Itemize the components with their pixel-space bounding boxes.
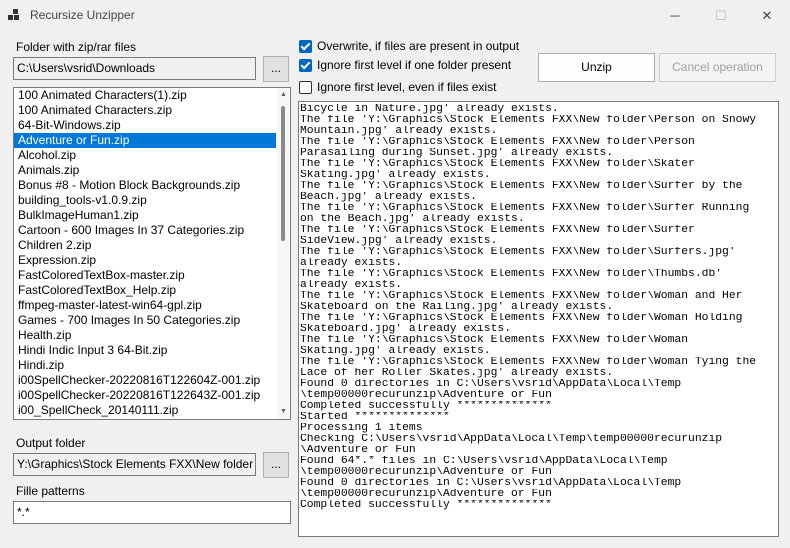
list-item[interactable]: FastColoredTextBox-master.zip: [14, 268, 276, 283]
log-line: Bicycle in Nature.jpg' already exists.: [300, 104, 559, 115]
log-line: SideView.jpg' already exists.: [300, 236, 498, 247]
browse-folder-button[interactable]: ...: [263, 56, 289, 82]
log-line: The file 'Y:\Graphics\Stock Elements FXX…: [300, 159, 695, 170]
log-line: The file 'Y:\Graphics\Stock Elements FXX…: [300, 269, 723, 280]
ignore-always-checkbox[interactable]: [299, 81, 312, 94]
log-line: Skating.jpg' already exists.: [300, 170, 491, 181]
log-line: \temp00000recurunzip\Adventure or Fun: [300, 489, 552, 500]
file-patterns-label: Fille patterns: [16, 484, 85, 498]
list-item[interactable]: Children 2.zip: [14, 238, 276, 253]
log-line: The file 'Y:\Graphics\Stock Elements FXX…: [300, 313, 743, 324]
log-line: \Adventure or Fun: [300, 445, 416, 456]
list-item[interactable]: Animals.zip: [14, 163, 276, 178]
zip-file-items: 100 Animated Characters(1).zip 100 Animat…: [14, 88, 290, 418]
zip-file-list[interactable]: 100 Animated Characters(1).zip 100 Animat…: [13, 87, 291, 420]
browse-output-button[interactable]: ...: [263, 452, 289, 478]
log-line: Found 0 directories in C:\Users\vsrid\Ap…: [300, 478, 682, 489]
list-item[interactable]: Games - 700 Images In 50 Categories.zip: [14, 313, 276, 328]
scroll-thumb[interactable]: [281, 106, 285, 241]
log-line: Skating.jpg' already exists.: [300, 346, 491, 357]
log-line: on the Beach.jpg' already exists.: [300, 214, 525, 225]
list-item[interactable]: building_tools-v1.0.9.zip: [14, 193, 276, 208]
scroll-down-icon[interactable]: ▼: [277, 405, 290, 419]
list-item[interactable]: BulkImageHuman1.zip: [14, 208, 276, 223]
log-line: Mountain.jpg' already exists.: [300, 126, 498, 137]
log-line: already exists.: [300, 258, 403, 269]
minimize-icon[interactable]: ─: [652, 0, 698, 31]
log-line: Completed successfully **************: [300, 401, 552, 412]
file-patterns-input[interactable]: *.*: [13, 501, 291, 524]
log-line: The file 'Y:\Graphics\Stock Elements FXX…: [300, 247, 736, 258]
log-line: The file 'Y:\Graphics\Stock Elements FXX…: [300, 225, 695, 236]
log-line: Found 64*.* files in C:\Users\vsrid\AppD…: [300, 456, 668, 467]
log-line: Found 0 directories in C:\Users\vsrid\Ap…: [300, 379, 682, 390]
ignore-one-folder-label: Ignore first level if one folder present: [317, 58, 512, 72]
log-line: \temp00000recurunzip\Adventure or Fun: [300, 467, 552, 478]
title-bar: Recursize Unzipper ─ ☐ ✕: [0, 0, 790, 31]
overwrite-label: Overwrite, if files are present in outpu…: [317, 39, 520, 53]
close-icon[interactable]: ✕: [744, 0, 790, 31]
maximize-icon[interactable]: ☐: [698, 0, 744, 31]
log-line: Started **************: [300, 412, 450, 423]
list-item[interactable]: 64-Bit-Windows.zip: [14, 118, 276, 133]
unzip-button[interactable]: Unzip: [538, 53, 655, 82]
list-item[interactable]: 100 Animated Characters.zip: [14, 103, 276, 118]
list-item[interactable]: Alcohol.zip: [14, 148, 276, 163]
app-icon: [8, 9, 20, 21]
list-item[interactable]: Expression.zip: [14, 253, 276, 268]
log-line: Lace of her Roller Skates.jpg' already e…: [300, 368, 614, 379]
list-item[interactable]: i00_SpellCheck_20140111.zip: [14, 403, 276, 418]
log-line: Parasailing during Sunset.jpg' already e…: [300, 148, 614, 159]
log-line: Checking C:\Users\vsrid\AppData\Local\Te…: [300, 434, 723, 445]
ignore-always-label: Ignore first level, even if files exist: [317, 80, 497, 94]
file-list-scrollbar[interactable]: ▲ ▼: [277, 88, 290, 419]
log-line: The file 'Y:\Graphics\Stock Elements FXX…: [300, 115, 757, 126]
log-line: Processing 1 items: [300, 423, 423, 434]
log-line: already exists.: [300, 280, 403, 291]
list-item[interactable]: 100 Animated Characters(1).zip: [14, 88, 276, 103]
log-line: The file 'Y:\Graphics\Stock Elements FXX…: [300, 137, 695, 148]
log-line: Completed successfully **************: [300, 500, 552, 511]
list-item[interactable]: i00SpellChecker-20220816T122604Z-001.zip: [14, 373, 276, 388]
list-item[interactable]: Hindi.zip: [14, 358, 276, 373]
scroll-up-icon[interactable]: ▲: [277, 88, 290, 102]
output-folder-field[interactable]: Y:\Graphics\Stock Elements FXX\New folde…: [13, 453, 256, 476]
list-item[interactable]: i00SpellChecker-20220816T122643Z-001.zip: [14, 388, 276, 403]
log-output[interactable]: Bicycle in Nature.jpg' already exists. Th…: [298, 101, 779, 537]
log-line: The file 'Y:\Graphics\Stock Elements FXX…: [300, 181, 743, 192]
log-line: Skateboard on the Railing.jpg' already e…: [300, 302, 614, 313]
log-line: \temp00000recurunzip\Adventure or Fun: [300, 390, 552, 401]
list-item[interactable]: ffmpeg-master-latest-win64-gpl.zip: [14, 298, 276, 313]
log-line: Skateboard.jpg' already exists.: [300, 324, 512, 335]
cancel-operation-button[interactable]: Cancel operation: [659, 53, 776, 82]
list-item[interactable]: Adventure or Fun.zip: [14, 133, 276, 148]
ignore-one-folder-checkbox[interactable]: [299, 59, 312, 72]
list-item[interactable]: FastColoredTextBox_Help.zip: [14, 283, 276, 298]
log-line: The file 'Y:\Graphics\Stock Elements FXX…: [300, 357, 757, 368]
list-item[interactable]: Hindi Indic Input 3 64-Bit.zip: [14, 343, 276, 358]
folder-path-field[interactable]: C:\Users\vsrid\Downloads: [13, 57, 256, 80]
list-item[interactable]: Bonus #8 - Motion Block Backgrounds.zip: [14, 178, 276, 193]
log-line: The file 'Y:\Graphics\Stock Elements FXX…: [300, 203, 750, 214]
overwrite-checkbox[interactable]: [299, 40, 312, 53]
output-folder-label: Output folder: [16, 436, 86, 450]
window-title: Recursize Unzipper: [30, 8, 135, 22]
log-line: The file 'Y:\Graphics\Stock Elements FXX…: [300, 291, 743, 302]
list-item[interactable]: Health.zip: [14, 328, 276, 343]
log-line: The file 'Y:\Graphics\Stock Elements FXX…: [300, 335, 689, 346]
list-item[interactable]: Cartoon - 600 Images In 37 Categories.zi…: [14, 223, 276, 238]
folder-label: Folder with zip/rar files: [16, 40, 137, 54]
log-line: Beach.jpg' already exists.: [300, 192, 477, 203]
